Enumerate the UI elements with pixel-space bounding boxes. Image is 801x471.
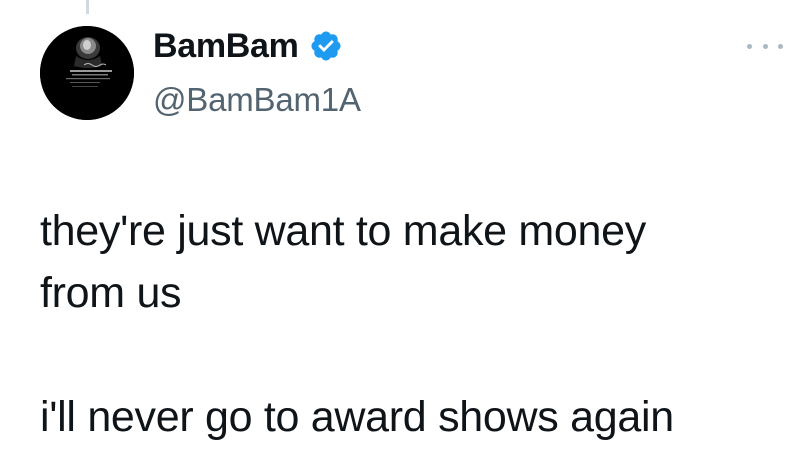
thread-connector-line bbox=[86, 0, 89, 14]
display-name[interactable]: BamBam bbox=[153, 24, 299, 68]
author-name-row: BamBam bbox=[153, 24, 343, 68]
author-handle[interactable]: @BamBam1A bbox=[153, 78, 361, 122]
tweet-line: from us bbox=[40, 269, 182, 317]
more-dots-icon[interactable] bbox=[747, 36, 783, 56]
avatar-image bbox=[40, 26, 134, 120]
tweet-text: they're just want to make money from us … bbox=[40, 200, 780, 448]
avatar[interactable] bbox=[40, 26, 134, 120]
tweet-line: they're just want to make money bbox=[40, 207, 646, 255]
tweet-line: i'll never go to award shows again bbox=[40, 393, 674, 441]
more-dot bbox=[762, 43, 768, 49]
verified-badge-icon[interactable] bbox=[309, 29, 343, 63]
more-dot bbox=[747, 43, 752, 49]
more-dot bbox=[778, 43, 783, 49]
